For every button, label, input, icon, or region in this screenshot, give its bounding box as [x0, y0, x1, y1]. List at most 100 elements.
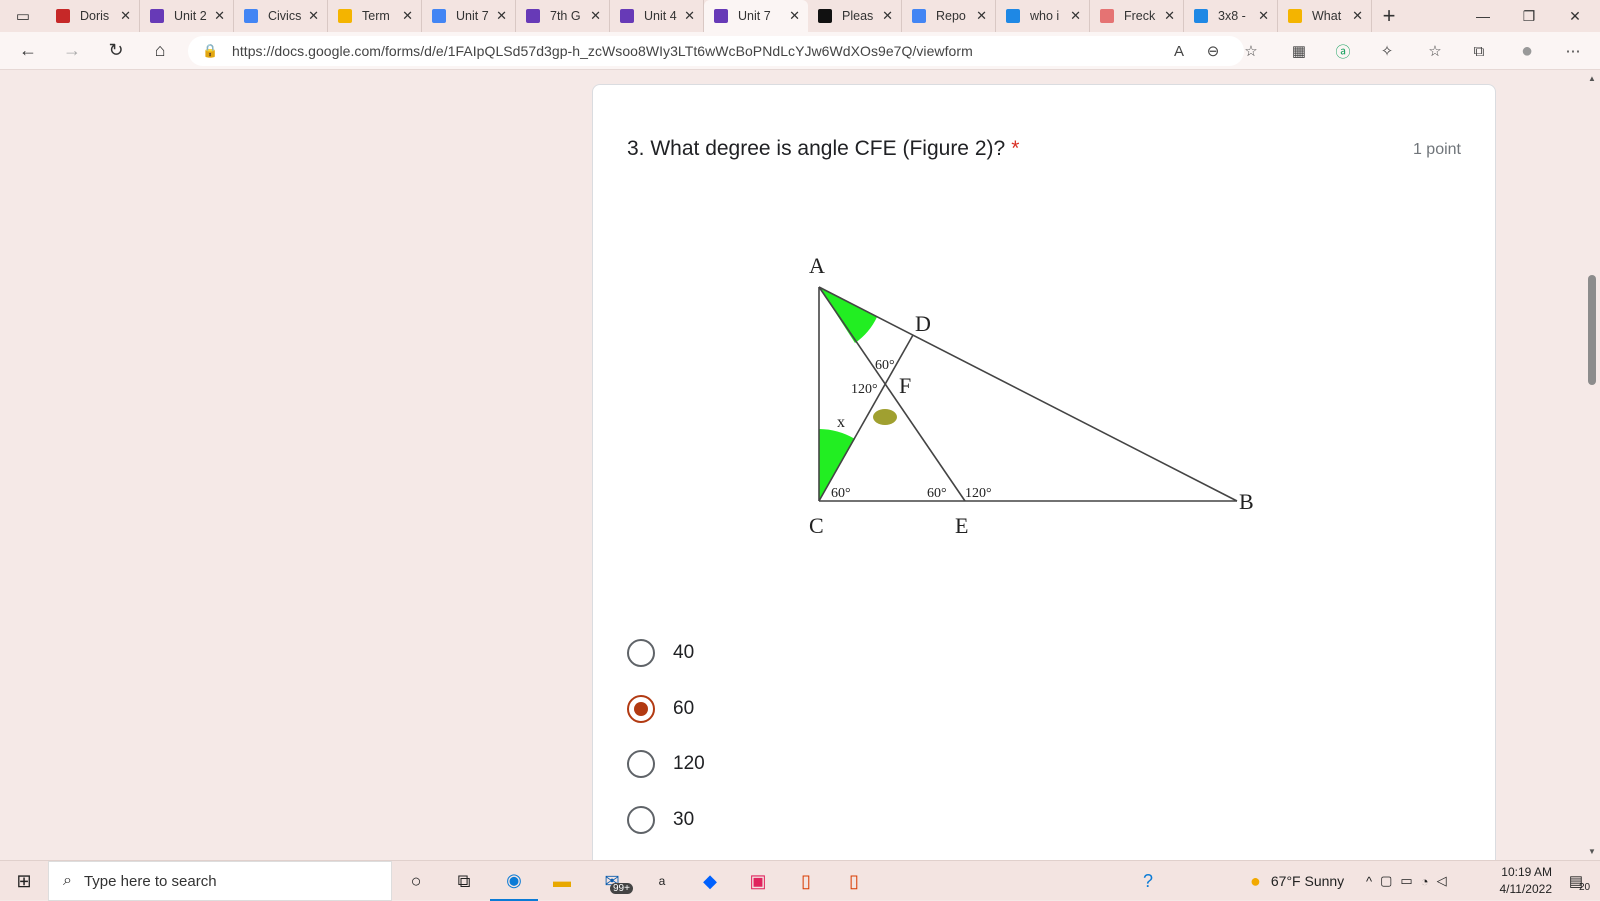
- meet-icon[interactable]: ▢: [1380, 873, 1400, 889]
- read-aloud-icon[interactable]: A: [1166, 38, 1192, 64]
- angle-cfe-marker: [873, 409, 897, 425]
- battery-icon[interactable]: ▭: [1400, 873, 1420, 889]
- radio-unselected[interactable]: [627, 750, 655, 778]
- browser-tab[interactable]: Civics ✕: [234, 0, 328, 32]
- help-icon[interactable]: ?: [1124, 861, 1172, 901]
- amazon-icon[interactable]: a: [638, 861, 686, 901]
- office-alt-icon[interactable]: ▯: [830, 861, 878, 901]
- extension-grid-icon[interactable]: ▦: [1286, 38, 1312, 64]
- minimize-icon[interactable]: —: [1460, 0, 1506, 32]
- tab-close-icon[interactable]: ✕: [1164, 8, 1175, 24]
- more-menu-icon[interactable]: ⋯: [1560, 38, 1586, 64]
- label-x: x: [837, 414, 845, 431]
- tab-label: Repo: [936, 9, 966, 23]
- restore-icon[interactable]: ❐: [1506, 0, 1552, 32]
- profile-avatar-icon[interactable]: ●: [1514, 38, 1540, 64]
- browser-tab[interactable]: Pleas ✕: [808, 0, 902, 32]
- tab-close-icon[interactable]: ✕: [402, 8, 413, 24]
- tab-close-icon[interactable]: ✕: [590, 8, 601, 24]
- collections-icon[interactable]: ⧉: [1466, 38, 1492, 64]
- label-d: D: [915, 311, 931, 336]
- mail-icon[interactable]: ✉ 99+: [588, 861, 636, 901]
- mail-badge: 99+: [610, 883, 633, 894]
- new-tab-button[interactable]: +: [1372, 0, 1406, 32]
- answer-option[interactable]: 40: [627, 633, 694, 673]
- scrollbar-thumb[interactable]: [1588, 275, 1596, 385]
- notification-icon[interactable]: ▤ 20: [1552, 861, 1600, 901]
- zoom-out-icon[interactable]: ⊖: [1200, 38, 1226, 64]
- answer-option[interactable]: 120: [627, 744, 705, 784]
- tab-actions-icon[interactable]: ▭: [0, 0, 46, 32]
- scroll-down-icon[interactable]: ▼: [1584, 847, 1600, 856]
- close-window-icon[interactable]: ✕: [1552, 0, 1598, 32]
- task-view-icon[interactable]: ⧉: [440, 861, 488, 901]
- label-b: B: [1239, 489, 1254, 514]
- page-scrollbar[interactable]: ▲ ▼: [1584, 70, 1600, 860]
- clock-time: 10:19 AM: [1501, 865, 1552, 879]
- answer-option[interactable]: 30: [627, 800, 694, 840]
- tab-close-icon[interactable]: ✕: [976, 8, 987, 24]
- tab-close-icon[interactable]: ✕: [882, 8, 893, 24]
- taskbar-search[interactable]: ⌕ Type here to search: [48, 861, 392, 901]
- scroll-up-icon[interactable]: ▲: [1584, 74, 1600, 83]
- answer-option[interactable]: 60: [627, 689, 694, 729]
- tab-close-icon[interactable]: ✕: [120, 8, 131, 24]
- system-clock[interactable]: 10:19 AM 4/11/2022: [1500, 864, 1553, 898]
- app-s-icon[interactable]: ▣: [734, 861, 782, 901]
- tab-close-icon[interactable]: ✕: [684, 8, 695, 24]
- home-icon[interactable]: ⌂: [138, 32, 182, 70]
- tab-close-icon[interactable]: ✕: [308, 8, 319, 24]
- tab-close-icon[interactable]: ✕: [1352, 8, 1363, 24]
- radio-unselected[interactable]: [627, 806, 655, 834]
- google-docs-icon: [912, 9, 926, 23]
- weather-widget[interactable]: ● 67°F Sunny: [1250, 861, 1344, 901]
- tab-close-icon[interactable]: ✕: [214, 8, 225, 24]
- tab-label: Unit 7: [456, 9, 489, 23]
- wifi-icon[interactable]: ◔: [1421, 874, 1437, 889]
- browser-tab[interactable]: Term ✕: [328, 0, 422, 32]
- browser-tab[interactable]: 7th G ✕: [516, 0, 610, 32]
- tab-close-icon[interactable]: ✕: [1258, 8, 1269, 24]
- tab-close-icon[interactable]: ✕: [496, 8, 507, 24]
- question-card: 3. What degree is angle CFE (Figure 2)? *…: [592, 84, 1496, 860]
- windows-start-icon[interactable]: ⊞: [0, 861, 48, 901]
- office-icon[interactable]: ▯: [782, 861, 830, 901]
- weather-text: 67°F Sunny: [1270, 873, 1345, 889]
- browser-tab[interactable]: Unit 2 ✕: [140, 0, 234, 32]
- refresh-icon[interactable]: ↻: [94, 32, 138, 70]
- bing-icon: [1006, 9, 1020, 23]
- tab-close-icon[interactable]: ✕: [789, 8, 800, 24]
- browser-tab[interactable]: 3x8 - ✕: [1184, 0, 1278, 32]
- triangle-figure: A D F C E B x 60° 120° 60° 60° 120°: [809, 253, 1254, 538]
- show-hidden-icon[interactable]: ^: [1366, 874, 1380, 889]
- browser-tab[interactable]: Unit 7 ✕: [422, 0, 516, 32]
- cortana-icon[interactable]: ○: [392, 861, 440, 901]
- extensions-icon[interactable]: ✧: [1374, 38, 1400, 64]
- tab-label: Doris: [80, 9, 110, 23]
- browser-tab[interactable]: What ✕: [1278, 0, 1372, 32]
- bing-icon: [1194, 9, 1208, 23]
- forward-icon[interactable]: →: [50, 32, 94, 70]
- google-slides-icon: [338, 9, 352, 23]
- favorites-icon[interactable]: ☆: [1422, 38, 1448, 64]
- radio-unselected[interactable]: [627, 639, 655, 667]
- extension-a-icon[interactable]: ⓐ: [1330, 38, 1356, 64]
- pig-icon: [1100, 9, 1114, 23]
- browser-tab[interactable]: Repo ✕: [902, 0, 996, 32]
- browser-tab[interactable]: Freck ✕: [1090, 0, 1184, 32]
- back-icon[interactable]: ←: [6, 32, 50, 70]
- tab-close-icon[interactable]: ✕: [1070, 8, 1081, 24]
- angle-afd-label: 60°: [875, 358, 895, 373]
- radio-selected[interactable]: [627, 695, 655, 723]
- browser-tab[interactable]: Unit 4 ✕: [610, 0, 704, 32]
- favorite-add-icon[interactable]: ☆: [1238, 38, 1264, 64]
- browser-tab[interactable]: Unit 7 ✕: [704, 0, 808, 32]
- volume-icon[interactable]: ◁: [1437, 873, 1455, 889]
- dropbox-icon[interactable]: ◆: [686, 861, 734, 901]
- url-field[interactable]: 🔒 https://docs.google.com/forms/d/e/1FAI…: [188, 36, 1244, 66]
- file-explorer-icon[interactable]: ▬: [538, 861, 586, 901]
- edge-browser-icon[interactable]: ◉: [490, 861, 538, 901]
- browser-tab[interactable]: Doris ✕: [46, 0, 140, 32]
- tab-label: Civics: [268, 9, 302, 23]
- browser-tab[interactable]: who i ✕: [996, 0, 1090, 32]
